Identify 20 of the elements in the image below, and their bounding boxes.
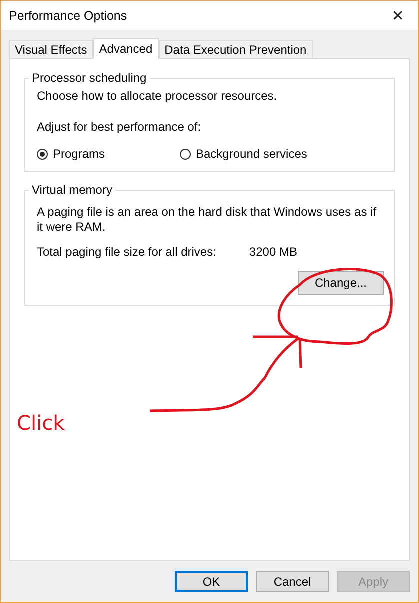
change-button[interactable]: Change... [298,271,384,295]
close-button[interactable]: ✕ [378,1,418,30]
total-label: Total paging file size for all drives: [37,245,216,259]
adjust-label: Adjust for best performance of: [37,120,202,135]
radio-button[interactable] [37,148,48,160]
window-title: Performance Options [9,8,128,22]
total-value: 3200 MB [249,245,298,259]
description-text: A paging file is an area on the hard disk that Windows uses as if it were RAM. [37,205,378,235]
group-title: Virtual memory [31,183,114,197]
description-text: Choose how to allocate processor resources. [37,89,278,104]
tab[interactable]: Visual Effects [9,40,94,58]
tab[interactable]: Advanced [93,38,159,59]
tab[interactable]: Data Execution Prevention [158,40,313,58]
dialog-button[interactable]: Cancel [256,571,329,592]
radio-option[interactable]: Background services [180,147,323,161]
group-title: Processor scheduling [31,71,148,85]
annotation-text: Click [17,411,65,435]
radio-option[interactable]: Programs [37,147,180,161]
dialog-button[interactable]: OK [175,571,248,592]
radio-button[interactable] [180,148,191,160]
